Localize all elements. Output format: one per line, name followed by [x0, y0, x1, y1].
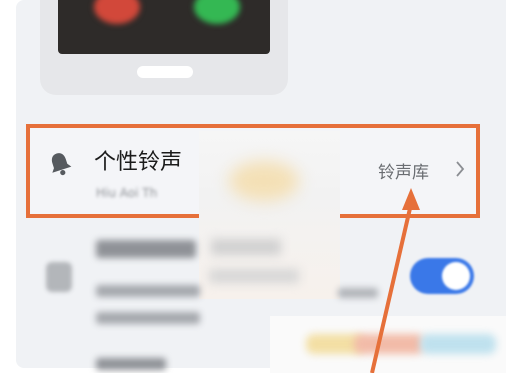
- annotation-arrow: [370, 188, 420, 373]
